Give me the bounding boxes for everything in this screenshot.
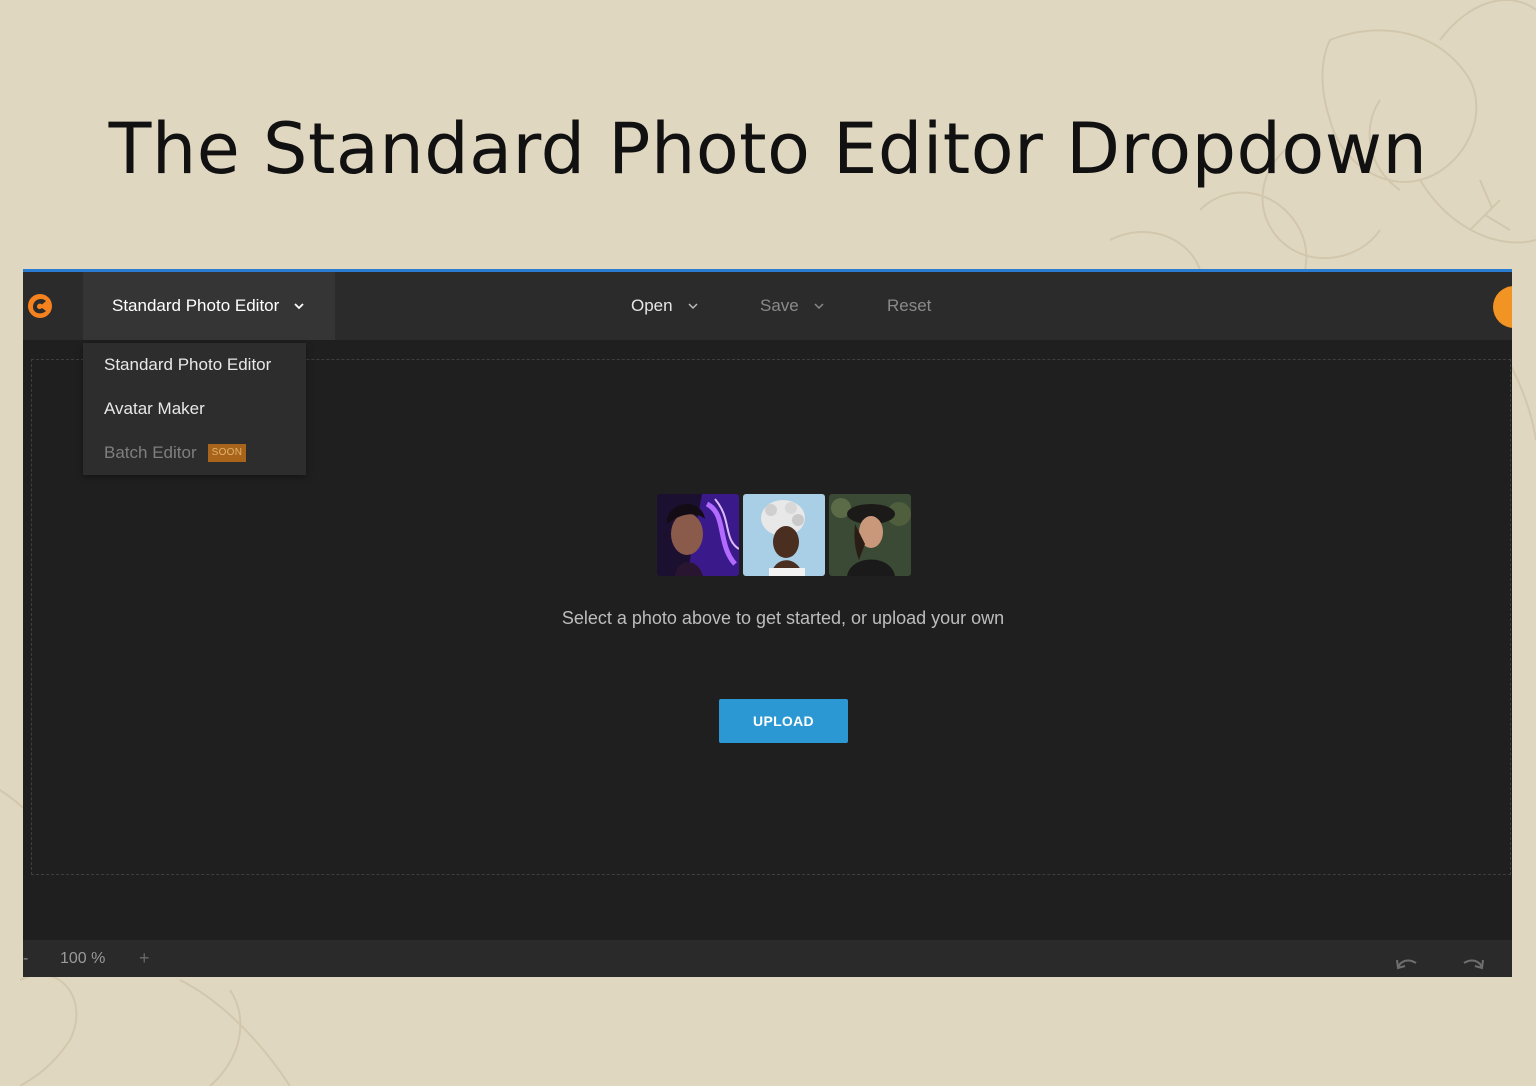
sample-photo-neon-portrait[interactable] [657, 494, 739, 576]
upload-button[interactable]: UPLOAD [719, 699, 848, 743]
menu-item-batch-editor: Batch Editor SOON [83, 431, 306, 475]
menu-item-label: Avatar Maker [104, 399, 205, 418]
user-avatar-button[interactable] [1493, 286, 1512, 328]
menu-item-label: Standard Photo Editor [104, 355, 272, 374]
open-menu[interactable]: Open [631, 272, 699, 340]
bottom-bar: - 100 % + [23, 940, 1512, 977]
menu-item-avatar-maker[interactable]: Avatar Maker [83, 387, 306, 431]
chevron-down-icon [814, 303, 824, 310]
zoom-out-button[interactable]: - [23, 940, 28, 977]
editor-mode-label: Standard Photo Editor [112, 296, 280, 315]
undo-icon[interactable] [1394, 954, 1420, 972]
open-menu-label: Open [631, 296, 673, 315]
chevron-down-icon [688, 303, 698, 310]
app-logo-icon[interactable] [26, 292, 54, 320]
editor-mode-menu: Standard Photo Editor Avatar Maker Batch… [83, 343, 306, 475]
sample-photo-white-braids[interactable] [743, 494, 825, 576]
sample-photos [657, 494, 911, 576]
redo-icon[interactable] [1460, 954, 1486, 972]
zoom-level: 100 % [60, 950, 106, 967]
save-menu[interactable]: Save [760, 272, 825, 340]
save-menu-label: Save [760, 296, 799, 315]
menu-item-standard-photo-editor[interactable]: Standard Photo Editor [83, 343, 306, 387]
reset-button[interactable]: Reset [887, 272, 931, 340]
slide-title: The Standard Photo Editor Dropdown [108, 108, 1428, 190]
sample-photo-dark-hat[interactable] [829, 494, 911, 576]
menu-item-label: Batch Editor [104, 443, 197, 462]
reset-button-label: Reset [887, 296, 932, 315]
top-toolbar: Standard Photo Editor Open Save Reset [23, 272, 1512, 340]
photo-editor-window: Standard Photo Editor Open Save Reset Se… [23, 269, 1512, 977]
get-started-prompt: Select a photo above to get started, or … [561, 608, 1005, 628]
soon-badge: SOON [207, 444, 247, 462]
chevron-down-icon [294, 303, 304, 310]
zoom-in-button[interactable]: + [139, 940, 150, 977]
editor-mode-dropdown[interactable]: Standard Photo Editor [83, 272, 335, 340]
